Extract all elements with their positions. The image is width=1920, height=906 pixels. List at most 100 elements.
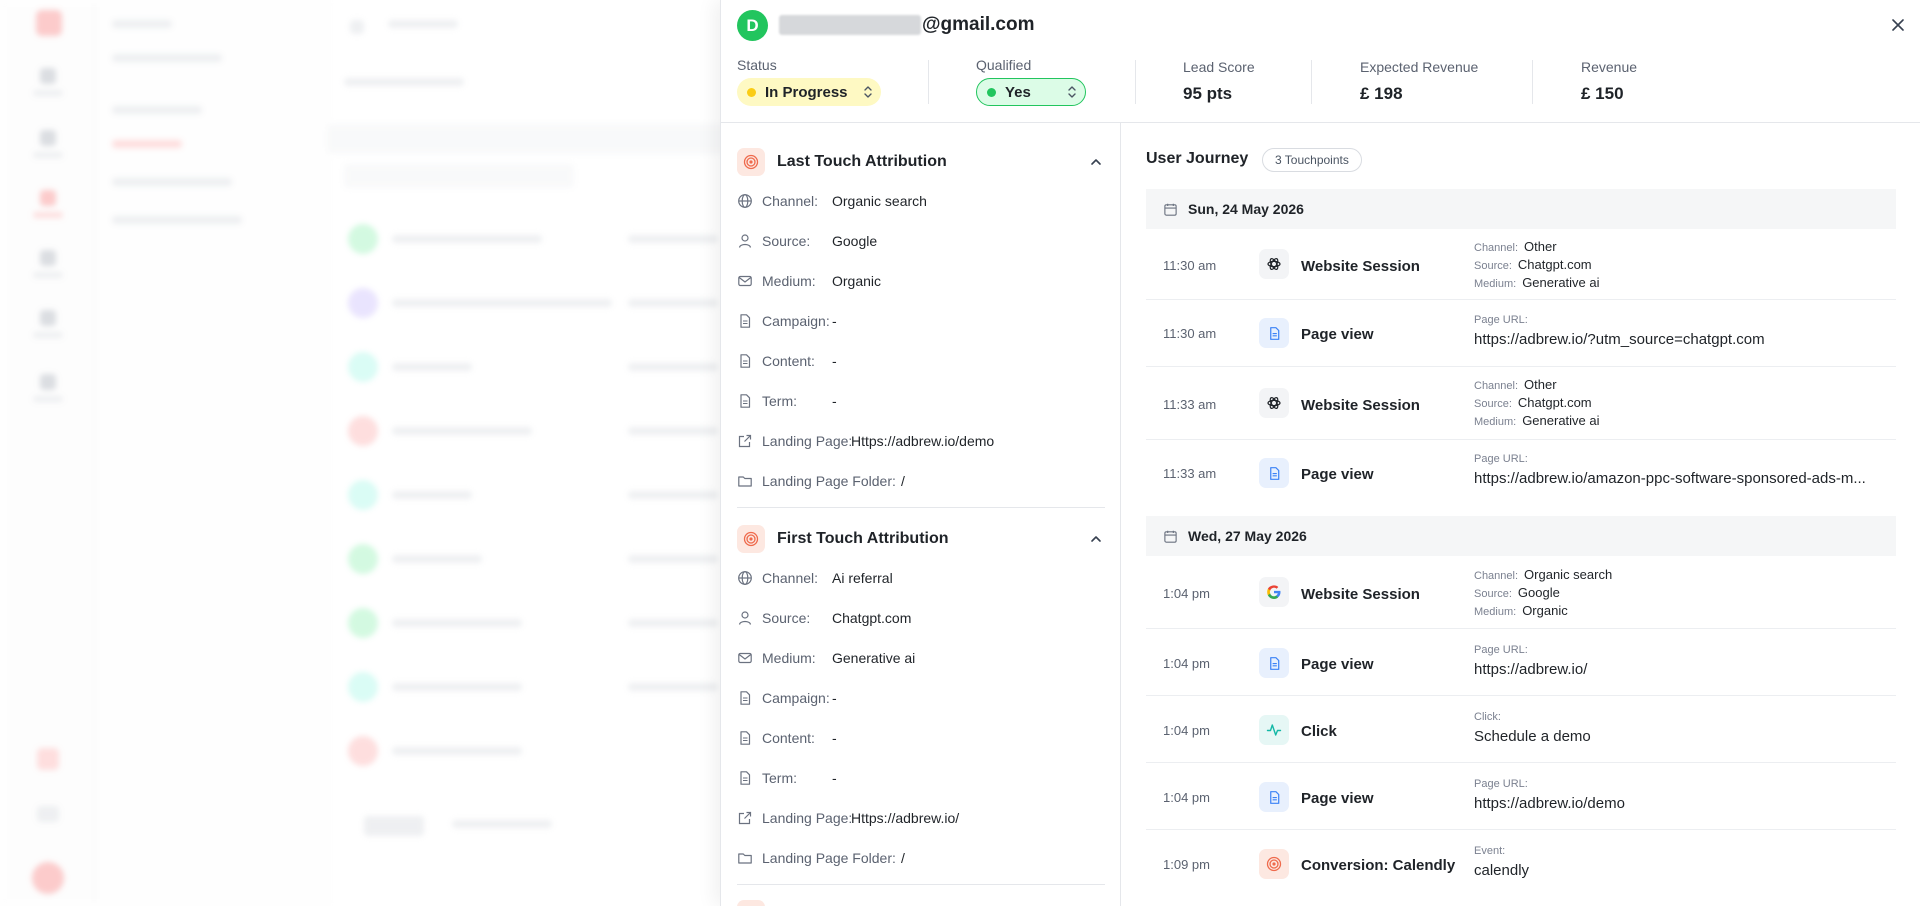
chevron-up-down-icon bbox=[1068, 86, 1076, 98]
document-icon bbox=[740, 731, 751, 745]
section-divider bbox=[737, 507, 1105, 508]
journey-event[interactable]: 1:04 pm Website Session Channel: Organic … bbox=[1146, 557, 1896, 629]
event-time: 11:33 am bbox=[1163, 397, 1217, 412]
close-button[interactable] bbox=[1889, 16, 1907, 34]
detail-key: Page URL: bbox=[1474, 778, 1528, 790]
detail-value: Generative ai bbox=[1522, 413, 1600, 428]
attr-value: - bbox=[832, 393, 837, 409]
attr-label: Term: bbox=[762, 393, 797, 409]
journey-event[interactable]: 1:04 pm Click Click: Schedule a demo bbox=[1146, 696, 1896, 763]
page-icon bbox=[1259, 318, 1289, 348]
user-journey-panel: User Journey 3 Touchpoints Sun, 24 May 2… bbox=[1121, 123, 1920, 906]
attr-row-channel: Channel: Ai referral bbox=[737, 567, 1105, 589]
attr-label: Landing Page: bbox=[762, 433, 853, 449]
status-label: Status bbox=[737, 57, 777, 73]
attr-value: - bbox=[832, 730, 837, 746]
journey-title: User Journey bbox=[1146, 150, 1249, 167]
detail-value: Other bbox=[1524, 239, 1557, 254]
contact-avatar: D bbox=[737, 10, 768, 41]
event-details: Click: Schedule a demo bbox=[1474, 711, 1884, 745]
close-icon bbox=[1892, 19, 1904, 31]
email-domain: @gmail.com bbox=[922, 14, 1035, 35]
event-name: Click bbox=[1301, 723, 1337, 740]
attr-label: Channel: bbox=[762, 570, 819, 586]
google-icon bbox=[1259, 577, 1289, 607]
attr-row-source: Source: Chatgpt.com bbox=[737, 607, 1105, 629]
detail-value: Chatgpt.com bbox=[1517, 257, 1592, 272]
expected-revenue-field: Expected Revenue £ 198 bbox=[1360, 59, 1478, 104]
journey-event[interactable]: 11:30 am Website Session Channel: Other S… bbox=[1146, 229, 1896, 300]
attr-value[interactable]: Https://adbrew.io/demo bbox=[851, 433, 994, 449]
status-select[interactable]: In Progress bbox=[737, 78, 881, 106]
event-details: Channel: Other Source: Chatgpt.com Medium:… bbox=[1474, 239, 1884, 293]
event-time: 11:33 am bbox=[1163, 466, 1217, 481]
journey-event[interactable]: 1:04 pm Page view Page URL: https://adbr… bbox=[1146, 763, 1896, 830]
detail-value[interactable]: https://adbrew.io/ bbox=[1474, 661, 1884, 678]
chevron-up-down-icon bbox=[864, 86, 872, 98]
event-time: 1:09 pm bbox=[1163, 857, 1210, 872]
detail-key: Page URL: bbox=[1474, 453, 1528, 465]
last-touch-header[interactable]: Last Touch Attribution bbox=[737, 147, 1105, 177]
redacted-email-user bbox=[779, 15, 921, 35]
attr-label: Channel: bbox=[762, 193, 819, 209]
event-name: Website Session bbox=[1301, 397, 1420, 414]
event-time: 1:04 pm bbox=[1163, 723, 1210, 738]
attr-value[interactable]: Https://adbrew.io/ bbox=[851, 810, 959, 826]
event-name: Page view bbox=[1301, 790, 1374, 807]
attr-row-source: Source: Google bbox=[737, 230, 1105, 252]
detail-value: Google bbox=[1517, 585, 1560, 600]
detail-value[interactable]: https://adbrew.io/?utm_source=chatgpt.co… bbox=[1474, 331, 1884, 348]
chevron-up-icon bbox=[1091, 536, 1101, 542]
journey-event[interactable]: 1:09 pm Conversion: Calendly Event: cale… bbox=[1146, 830, 1896, 906]
calendar-icon bbox=[1164, 203, 1177, 216]
attr-row-channel: Channel: Organic search bbox=[737, 190, 1105, 212]
document-icon bbox=[740, 354, 751, 368]
journey-event[interactable]: 11:30 am Page view Page URL: https://adb… bbox=[1146, 300, 1896, 367]
attr-value: - bbox=[832, 353, 837, 369]
target-icon bbox=[737, 148, 765, 176]
detail-key: Source: bbox=[1474, 588, 1512, 600]
detail-value: Generative ai bbox=[1522, 275, 1600, 290]
qualified-dot bbox=[987, 87, 996, 97]
page-icon bbox=[1259, 458, 1289, 488]
journey-event[interactable]: 11:33 am Page view Page URL: https://adb… bbox=[1146, 440, 1896, 507]
contact-drawer: D @gmail.com Status In Progress Qualifie… bbox=[720, 0, 1920, 906]
attr-value: Generative ai bbox=[832, 650, 916, 666]
detail-key: Event: bbox=[1474, 845, 1506, 857]
expected-revenue-value: £ 198 bbox=[1360, 84, 1403, 103]
detail-value[interactable]: https://adbrew.io/amazon-ppc-software-sp… bbox=[1474, 470, 1884, 487]
attr-value: Google bbox=[832, 233, 878, 249]
document-icon bbox=[740, 314, 751, 328]
attr-value: Organic search bbox=[832, 193, 927, 209]
detail-key: Channel: bbox=[1474, 242, 1519, 254]
event-details: Channel: Organic search Source: Google Med… bbox=[1474, 567, 1884, 621]
detail-value[interactable]: https://adbrew.io/demo bbox=[1474, 795, 1884, 812]
attr-value: Chatgpt.com bbox=[832, 610, 912, 626]
event-details: Channel: Other Source: Chatgpt.com Medium:… bbox=[1474, 377, 1884, 431]
event-details: Page URL: https://adbrew.io/amazon-ppc-s… bbox=[1474, 453, 1884, 487]
attr-label: Campaign: bbox=[762, 313, 830, 329]
journey-event[interactable]: 11:33 am Website Session Channel: Other S… bbox=[1146, 367, 1896, 440]
lead-score-label: Lead Score bbox=[1183, 59, 1255, 75]
event-name: Website Session bbox=[1301, 258, 1420, 275]
detail-key: Channel: bbox=[1474, 570, 1519, 582]
attr-row-content: Content: - bbox=[737, 727, 1105, 749]
attr-label: Source: bbox=[762, 233, 811, 249]
avatar-initial: D bbox=[746, 15, 759, 35]
date-group-header: Sun, 24 May 2026 bbox=[1146, 189, 1896, 229]
target-icon bbox=[737, 525, 765, 553]
detail-key: Medium: bbox=[1474, 416, 1517, 428]
attr-row-landing-folder: Landing Page Folder: / bbox=[737, 470, 1105, 492]
journey-event[interactable]: 1:04 pm Page view Page URL: https://adbr… bbox=[1146, 629, 1896, 696]
divider bbox=[1532, 60, 1533, 104]
folder-icon bbox=[738, 853, 752, 864]
event-name: Conversion: Calendly bbox=[1301, 857, 1456, 874]
qualified-select[interactable]: Yes bbox=[976, 78, 1086, 106]
chatgpt-icon bbox=[1259, 388, 1289, 418]
document-icon bbox=[740, 394, 751, 408]
revenue-field: Revenue £ 150 bbox=[1581, 59, 1637, 104]
first-touch-header[interactable]: First Touch Attribution bbox=[737, 524, 1105, 554]
detail-value: Organic search bbox=[1524, 567, 1613, 582]
expected-revenue-label: Expected Revenue bbox=[1360, 59, 1479, 75]
attr-label: Content: bbox=[762, 353, 815, 369]
